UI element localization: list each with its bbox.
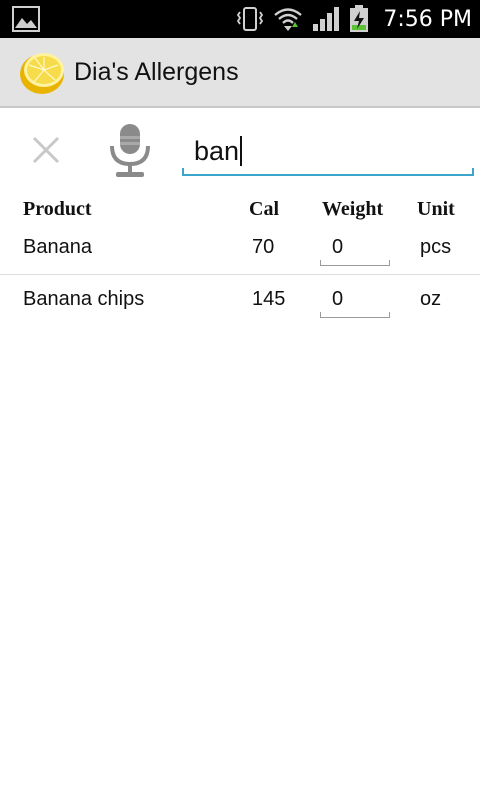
- status-bar: 7:56 PM: [0, 0, 480, 38]
- signal-icon: [313, 7, 340, 31]
- microphone-icon[interactable]: [104, 122, 156, 180]
- lemon-icon[interactable]: [18, 48, 68, 96]
- wifi-icon: [274, 8, 303, 31]
- column-header-product: Product: [23, 198, 92, 220]
- calories-value: 145: [252, 288, 286, 310]
- column-header-unit: Unit: [417, 198, 455, 220]
- image-notification-icon: [12, 6, 40, 32]
- weight-input-value: 0: [332, 236, 344, 258]
- table-row[interactable]: Banana 70 0 pcs: [0, 222, 480, 275]
- column-header-weight: Weight: [322, 198, 384, 220]
- calories-value: 70: [252, 236, 275, 258]
- search-input-value: ban: [194, 136, 240, 166]
- vibrate-icon: [237, 7, 264, 31]
- weight-input-value: 0: [332, 288, 344, 310]
- status-icons: 7:56 PM: [235, 0, 472, 38]
- table-row[interactable]: Banana chips 145 0 oz: [0, 274, 480, 326]
- search-input[interactable]: ban: [182, 128, 474, 176]
- action-bar: Dia's Allergens: [0, 38, 480, 108]
- column-header-cal: Cal: [249, 198, 279, 220]
- text-cursor: [240, 136, 243, 166]
- unit-value: pcs: [420, 236, 452, 258]
- weight-input[interactable]: 0: [320, 232, 390, 266]
- unit-value: oz: [420, 288, 442, 310]
- search-row: ban: [0, 110, 480, 186]
- product-name: Banana: [23, 236, 92, 258]
- product-name: Banana chips: [23, 288, 145, 310]
- close-icon[interactable]: [28, 132, 64, 168]
- app-title: Dia's Allergens: [74, 58, 239, 86]
- status-time: 7:56 PM: [383, 6, 472, 32]
- battery-charging-icon: [350, 5, 369, 32]
- weight-input[interactable]: 0: [320, 284, 390, 318]
